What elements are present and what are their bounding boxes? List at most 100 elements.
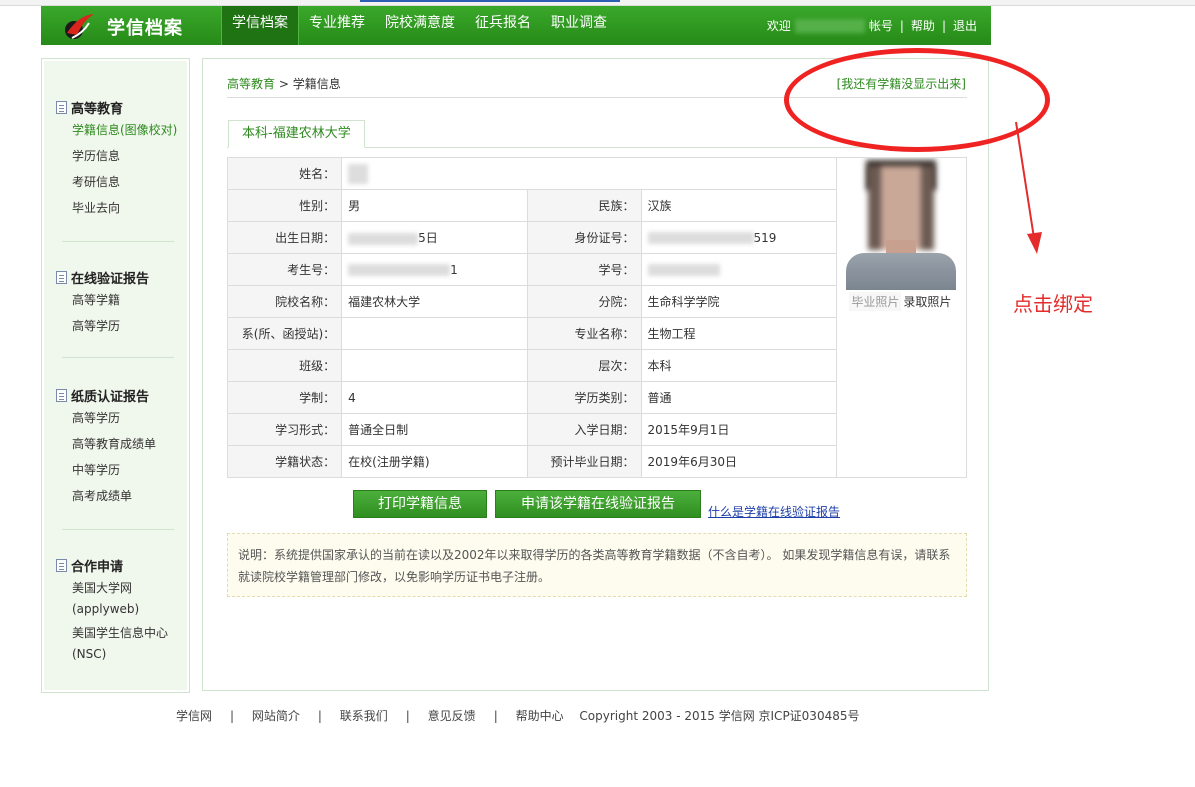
welcome-text: 欢迎	[766, 18, 791, 33]
study-form-value: 普通全日制	[341, 413, 529, 446]
exam-no-visible: 1	[450, 262, 458, 277]
gender-value: 男	[341, 189, 529, 222]
sidebar-item-paper-degree[interactable]: 高等学历	[56, 405, 181, 431]
account-link[interactable]: 帐号	[869, 9, 893, 43]
sidebar-item-nsc[interactable]: 美国学生信息中心(NSC)	[56, 620, 181, 665]
nav-conscription[interactable]: 征兵报名	[465, 6, 541, 45]
document-icon	[56, 270, 67, 284]
logout-link[interactable]: 退出	[953, 9, 977, 43]
dept-value	[341, 317, 529, 350]
gender-label: 性别：	[226, 189, 343, 222]
grad-date-value: 2019年6月30日	[640, 445, 837, 478]
sidebar-group-higher-edu: 高等教育 学籍信息(图像校对) 学历信息 考研信息 毕业去向	[56, 97, 181, 221]
footer-link-feedback[interactable]: 意见反馈	[428, 709, 476, 723]
student-no-value	[640, 253, 837, 286]
sidebar-item-transcript[interactable]: 高等教育成绩单	[56, 431, 181, 457]
ethnicity-value: 汉族	[640, 189, 837, 222]
sidebar-item-postgrad-exam[interactable]: 考研信息	[56, 169, 181, 195]
sidebar-group-title: 合作申请	[71, 559, 124, 575]
major-value: 生物工程	[640, 317, 837, 350]
duration-value: 4	[341, 381, 529, 414]
sidebar-divider	[62, 357, 174, 358]
class-label: 班级：	[226, 349, 343, 382]
footer-copyright: Copyright 2003 - 2015 学信网 京ICP证030485号	[579, 709, 860, 723]
exam-no-value: 1	[341, 253, 529, 286]
birth-label: 出生日期：	[226, 221, 343, 254]
main-panel: 高等教育 > 学籍信息 [我还有学籍没显示出来] 本科-福建农林大学 姓名： 毕…	[202, 58, 989, 691]
sidebar-item-student-status[interactable]: 学籍信息(图像校对)	[56, 117, 181, 143]
sidebar-item-secondary-degree[interactable]: 中等学历	[56, 457, 181, 483]
sidebar-item-applyweb[interactable]: 美国大学网(applyweb)	[56, 575, 181, 620]
sidebar-item-graduate-destination[interactable]: 毕业去向	[56, 195, 181, 221]
print-status-button[interactable]: 打印学籍信息	[353, 490, 487, 518]
level-value: 本科	[640, 349, 837, 382]
separator: |	[899, 18, 904, 33]
sidebar-item-degree-info[interactable]: 学历信息	[56, 143, 181, 169]
document-icon	[56, 100, 67, 114]
enroll-date-value: 2015年9月1日	[640, 413, 837, 446]
sidebar-item-online-status[interactable]: 高等学籍	[56, 287, 181, 313]
site-header: 学信档案 学信档案 专业推荐 院校满意度 征兵报名 职业调查 欢迎 帐号 | 帮…	[41, 6, 991, 45]
footer-link-chsi[interactable]: 学信网	[176, 709, 212, 723]
breadcrumb-higher-edu[interactable]: 高等教育	[227, 77, 275, 91]
footer: 学信网 | 网站简介 | 联系我们 | 意见反馈 | 帮助中心 Copyright 20…	[176, 709, 860, 723]
help-link[interactable]: 帮助	[911, 9, 935, 43]
breadcrumb-separator: >	[278, 77, 289, 91]
sidebar-group-cooperation: 合作申请 美国大学网(applyweb) 美国学生信息中心(NSC)	[56, 555, 181, 665]
school-value: 福建农林大学	[341, 285, 529, 318]
logo-icon	[65, 14, 94, 39]
document-icon	[56, 558, 67, 572]
footer-link-about[interactable]: 网站简介	[252, 709, 300, 723]
birth-visible: 5日	[418, 231, 438, 245]
major-label: 专业名称：	[527, 317, 642, 350]
sidebar-group-title: 高等教育	[71, 101, 124, 117]
nav-xuexin-dangan[interactable]: 学信档案	[221, 6, 299, 45]
edu-type-value: 普通	[640, 381, 837, 414]
student-status-table: 姓名： 毕业照片 录取照片 性别： 男 民族： 汉族 出生日期： 5日 身份证号…	[226, 157, 968, 478]
study-form-label: 学习形式：	[226, 413, 343, 446]
tab-school[interactable]: 本科-福建农林大学	[228, 120, 365, 148]
document-icon	[56, 388, 67, 402]
ethnicity-label: 民族：	[527, 189, 642, 222]
edu-type-label: 学历类别：	[527, 381, 642, 414]
branch-value: 生命科学学院	[640, 285, 837, 318]
action-row: 打印学籍信息 申请该学籍在线验证报告 什么是学籍在线验证报告	[227, 490, 967, 520]
status-value: 在校(注册学籍)	[341, 445, 529, 478]
class-value	[341, 349, 529, 382]
sidebar-divider	[62, 529, 174, 530]
sidebar-divider	[62, 241, 174, 242]
sidebar-item-online-degree[interactable]: 高等学历	[56, 313, 181, 339]
apply-online-report-button[interactable]: 申请该学籍在线验证报告	[495, 490, 701, 518]
enrollment-photo-tab[interactable]: 录取照片	[901, 292, 953, 311]
sidebar: 高等教育 学籍信息(图像校对) 学历信息 考研信息 毕业去向 在线验证报告 高等…	[41, 58, 190, 693]
user-area: 欢迎 帐号 | 帮助 | 退出	[767, 6, 977, 45]
name-label: 姓名：	[226, 157, 343, 190]
nav-major-recommend[interactable]: 专业推荐	[299, 6, 375, 45]
logo-text[interactable]: 学信档案	[107, 14, 183, 40]
sidebar-group-online-report: 在线验证报告 高等学籍 高等学历	[56, 267, 181, 339]
nav-career-survey[interactable]: 职业调查	[541, 6, 617, 45]
branch-label: 分院：	[527, 285, 642, 318]
footer-link-help[interactable]: 帮助中心	[516, 709, 564, 723]
note-box: 说明：系统提供国家承认的当前在读以及2002年以来取得学历的各类高等教育学籍数据…	[227, 533, 967, 597]
nav-school-satisfaction[interactable]: 院校满意度	[375, 6, 465, 45]
exam-no-label: 考生号：	[226, 253, 343, 286]
id-visible: 519	[753, 230, 777, 245]
sidebar-item-gaokao-scores[interactable]: 高考成绩单	[56, 483, 181, 509]
footer-link-contact[interactable]: 联系我们	[340, 709, 388, 723]
dept-label: 系(所、函授站)：	[226, 317, 343, 350]
what-is-report-link[interactable]: 什么是学籍在线验证报告	[708, 503, 840, 520]
photo-cell: 毕业照片 录取照片	[835, 157, 968, 478]
sidebar-group-title: 纸质认证报告	[71, 389, 150, 405]
student-no-label: 学号：	[527, 253, 642, 286]
enroll-date-label: 入学日期：	[527, 413, 642, 446]
sidebar-group-title: 在线验证报告	[71, 271, 150, 287]
annotation-text: 点击绑定	[1013, 292, 1093, 316]
graduation-photo-tab[interactable]: 毕业照片	[849, 292, 902, 311]
birth-value: 5日	[341, 221, 529, 254]
sidebar-group-paper-report: 纸质认证报告 高等学历 高等教育成绩单 中等学历 高考成绩单	[56, 385, 181, 509]
id-value: 519	[640, 221, 837, 254]
main-nav: 学信档案 专业推荐 院校满意度 征兵报名 职业调查	[221, 6, 617, 45]
breadcrumb: 高等教育 > 学籍信息	[227, 75, 341, 92]
student-photo	[846, 158, 957, 290]
